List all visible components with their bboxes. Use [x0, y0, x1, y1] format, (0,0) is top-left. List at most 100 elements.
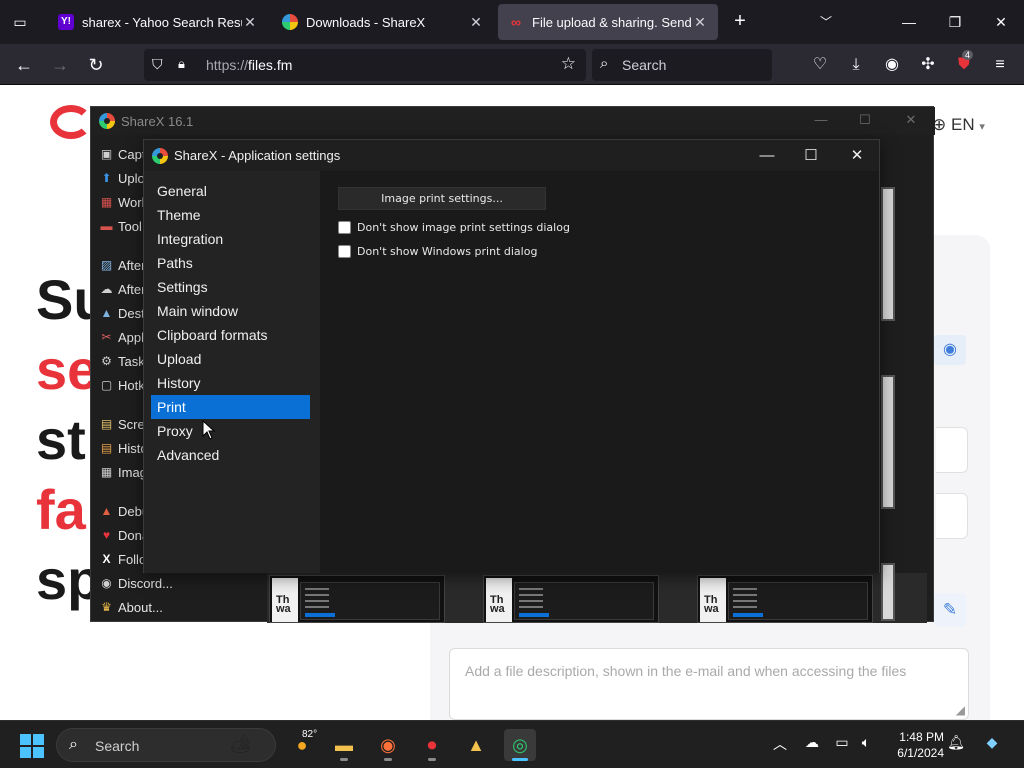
chevron-down-icon[interactable]: ﹀ [814, 10, 838, 34]
nav-settings[interactable]: Settings [151, 275, 310, 299]
lock-icon[interactable]: 🔒︎ [178, 56, 196, 74]
close-tab-icon[interactable]: ✕ [242, 14, 258, 31]
capture-thumbnail-edge[interactable] [881, 375, 895, 509]
edit-icon[interactable]: ✎ [934, 593, 966, 627]
restore-icon[interactable]: ❐ [940, 8, 970, 36]
nav-paths[interactable]: Paths [151, 251, 310, 275]
menu-screenshots-folder[interactable]: ▤ Scre [99, 413, 145, 435]
menu-after-upload[interactable]: ☁ After [99, 278, 146, 300]
windows-start-icon[interactable] [20, 734, 44, 758]
network-icon[interactable]: ▭ [832, 734, 852, 751]
menu-discord[interactable]: ◉ Discord... [99, 572, 173, 594]
donate-heart-icon: ♥ [102, 527, 111, 542]
volume-icon[interactable]: 🔈︎ [856, 734, 876, 751]
forward-arrow-icon[interactable]: → [46, 51, 74, 79]
nav-print[interactable]: Print [151, 395, 310, 419]
capture-thumbnail[interactable]: Th wa [483, 575, 659, 623]
maximize-icon[interactable]: ☐ [853, 109, 877, 131]
archive-app-icon[interactable]: ▲ [460, 729, 492, 761]
extensions-puzzle-icon[interactable]: ✣ [914, 51, 942, 79]
close-icon[interactable]: ✕ [842, 143, 872, 169]
file-description-textarea[interactable]: Add a file description, shown in the e-m… [449, 648, 969, 720]
minimize-icon[interactable]: — [752, 143, 782, 169]
nav-advanced[interactable]: Advanced [151, 443, 310, 467]
capture-thumbnail[interactable]: Th wa [697, 575, 873, 623]
menu-capture[interactable]: ▣ Capt [99, 143, 146, 165]
checkbox-box[interactable] [338, 220, 351, 234]
menu-debug[interactable]: ▲ Debu [99, 500, 150, 522]
hamburger-menu-icon[interactable]: ≡ [986, 51, 1014, 79]
nav-clipboard-formats[interactable]: Clipboard formats [151, 323, 310, 347]
nav-theme[interactable]: Theme [151, 203, 310, 227]
close-tab-icon[interactable]: ✕ [692, 14, 708, 31]
menu-about[interactable]: ♛ About... [99, 596, 163, 618]
resize-grip-icon[interactable]: ◢ [956, 703, 965, 717]
minimize-icon[interactable]: — [894, 8, 924, 36]
dont-show-image-print-settings-checkbox[interactable]: Don't show image print settings dialog [338, 219, 570, 235]
search-bar[interactable]: ⌕ Search [592, 49, 772, 81]
nav-integration[interactable]: Integration [151, 227, 310, 251]
nav-proxy[interactable]: Proxy [151, 419, 310, 443]
account-icon[interactable]: ◉ [878, 51, 906, 79]
minimize-icon[interactable]: — [809, 109, 833, 131]
menu-upload[interactable]: ⬆ Uplo [99, 167, 144, 189]
tab-files-fm[interactable]: ∞ File upload & sharing. Send larg ✕ [498, 4, 718, 40]
nav-upload[interactable]: Upload [151, 347, 310, 371]
taskbar-search[interactable]: ⌕ Search 🏕︎ [56, 728, 276, 762]
tab-yahoo-search[interactable]: Y! sharex - Yahoo Search Results ✕ [48, 4, 268, 40]
eye-icon[interactable]: ◉ [934, 335, 966, 365]
nav-main-window[interactable]: Main window [151, 299, 310, 323]
file-explorer-icon[interactable]: ▬ [328, 729, 360, 761]
menu-after-capture[interactable]: ▨ After [99, 254, 146, 276]
close-icon[interactable]: ✕ [899, 109, 923, 131]
page-input-edge[interactable] [936, 427, 968, 473]
sharex-thumbnail-strip: Th wa Th wa Th wa [267, 573, 927, 623]
url-text[interactable]: https://files.fm [206, 57, 292, 73]
language-selector[interactable]: ⊕ EN ▾ [932, 115, 985, 135]
capture-thumbnail-edge[interactable] [881, 563, 895, 621]
tab-list-icon[interactable]: ▭ [8, 10, 32, 34]
menu-tools[interactable]: ▬ Tool [99, 215, 142, 237]
page-input-edge[interactable] [936, 493, 968, 539]
nav-history[interactable]: History [151, 371, 310, 395]
download-icon[interactable]: ⤓ [842, 51, 870, 79]
dont-show-windows-print-dialog-checkbox[interactable]: Don't show Windows print dialog [338, 243, 537, 259]
url-bar[interactable]: ⛉ 🔒︎ https://files.fm ☆ [144, 49, 586, 81]
pocket-icon[interactable]: ♡ [806, 51, 834, 79]
tray-overflow-chevron-icon[interactable]: ︿ [770, 734, 790, 754]
application-settings-dialog: ShareX - Application settings — ☐ ✕ Gene… [143, 139, 880, 573]
nav-general[interactable]: General [151, 179, 310, 203]
menu-task-settings[interactable]: ⚙ Task [99, 350, 145, 372]
obs-record-icon[interactable]: ⏺ [416, 729, 448, 761]
close-tab-icon[interactable]: ✕ [468, 14, 484, 31]
menu-destinations[interactable]: ▲ Dest [99, 302, 145, 324]
checkbox-box[interactable] [338, 244, 351, 258]
upload-icon: ⬆ [101, 170, 112, 185]
menu-history[interactable]: ▤ Histo [99, 437, 148, 459]
maximize-icon[interactable]: ☐ [796, 143, 826, 169]
capture-thumbnail-edge[interactable] [881, 187, 895, 321]
copilot-icon[interactable]: ◆ [982, 734, 1002, 751]
menu-workflows[interactable]: ▦ Work [99, 191, 148, 213]
back-arrow-icon[interactable]: ← [10, 51, 38, 79]
tab-downloads-sharex[interactable]: Downloads - ShareX ✕ [272, 4, 494, 40]
firefox-icon[interactable]: ◉ [372, 729, 404, 761]
close-window-icon[interactable]: ✕ [986, 8, 1016, 36]
bookmark-star-icon[interactable]: ☆ [561, 54, 576, 74]
notifications-bell-icon[interactable]: 🔔︎ [946, 734, 966, 751]
capture-thumbnail[interactable]: Th wa [269, 575, 445, 623]
destinations-icon: ▲ [100, 305, 113, 320]
sharex-taskbar-icon[interactable]: ◎ [504, 729, 536, 761]
menu-follow[interactable]: X Follo [99, 548, 146, 570]
reload-icon[interactable]: ↻ [82, 51, 110, 79]
x-logo-icon: X [102, 551, 111, 566]
menu-image-history[interactable]: ▦ Imag [99, 461, 147, 483]
shield-icon[interactable]: ⛉ [152, 56, 170, 74]
image-print-settings-button[interactable]: Image print settings... [338, 187, 546, 210]
menu-hotkey-settings[interactable]: ▢ Hotk [99, 374, 145, 396]
menu-donate[interactable]: ♥ Dona [99, 524, 149, 546]
onedrive-icon[interactable]: ☁ [802, 734, 822, 751]
taskbar-clock[interactable]: 1:48 PM 6/1/2024 [880, 729, 944, 761]
menu-application-settings[interactable]: ✂ Appl [99, 326, 144, 348]
new-tab-plus-icon[interactable]: + [728, 10, 752, 34]
